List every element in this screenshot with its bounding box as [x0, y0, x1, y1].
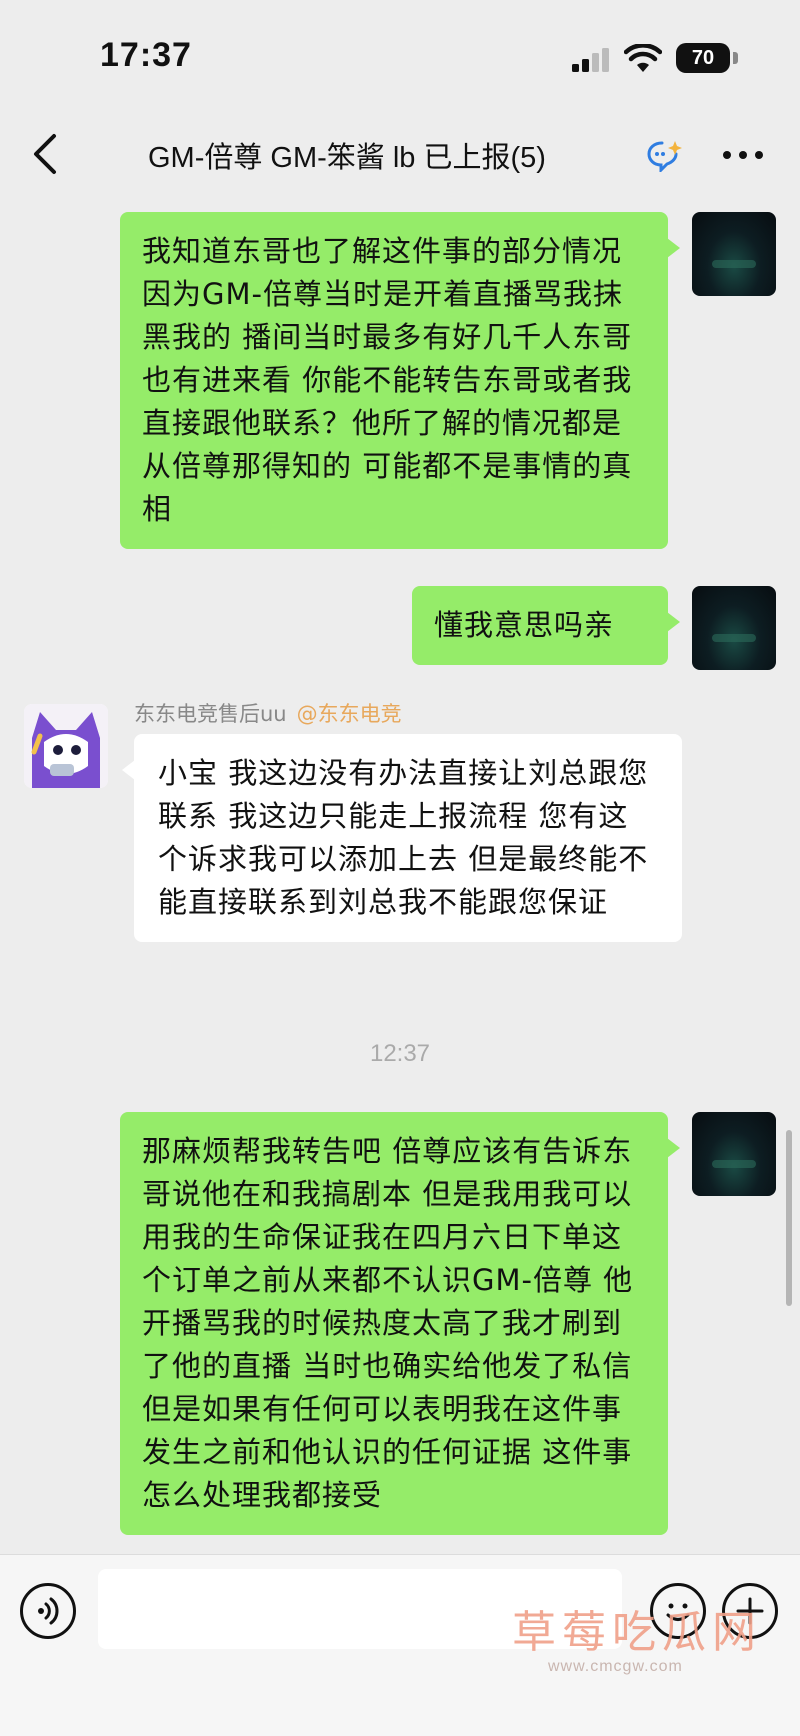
- chat-title: GM-倍尊 GM-笨酱 lb 已上报(5): [148, 142, 546, 174]
- self-avatar[interactable]: [692, 1112, 776, 1196]
- signal-icon: [572, 48, 609, 72]
- more-icon[interactable]: [720, 148, 766, 162]
- other-avatar[interactable]: [24, 704, 108, 788]
- battery-cap: [733, 52, 738, 64]
- watermark-url: www.cmcgw.com: [548, 1658, 683, 1675]
- wifi-icon: [624, 44, 662, 72]
- message-bubble-self[interactable]: 我知道东哥也了解这件事的部分情况 因为GM-倍尊当时是开着直播骂我抹黑我的 播间…: [120, 212, 680, 549]
- fox-mascot-icon: [24, 704, 108, 788]
- status-time: 17:37: [100, 36, 192, 74]
- sender-line: 东东电竞售后uu @东东电竞: [134, 698, 402, 728]
- nav-bar: GM-倍尊 GM-笨酱 lb 已上报(5): [0, 110, 800, 200]
- message-bubble-self[interactable]: 那麻烦帮我转告吧 倍尊应该有告诉东哥说他在和我搞剧本 但是我用我可以用我的生命保…: [120, 1112, 680, 1535]
- watermark: 草莓吃瓜网: [512, 1607, 762, 1658]
- voice-icon: [38, 1597, 59, 1625]
- message-bubble-self[interactable]: 懂我意思吗亲: [412, 586, 680, 665]
- chat-bubble-icon[interactable]: [646, 140, 682, 172]
- battery-icon: 70: [676, 43, 730, 73]
- self-avatar[interactable]: [692, 212, 776, 296]
- voice-button[interactable]: [20, 1583, 76, 1639]
- message-bubble-other[interactable]: 小宝 我这边没有办法直接让刘总跟您联系 我这边只能走上报流程 您有这个诉求我可以…: [122, 734, 682, 942]
- self-avatar[interactable]: [692, 586, 776, 670]
- back-icon[interactable]: [30, 132, 60, 176]
- timestamp: 12:37: [369, 1040, 431, 1067]
- sender-name: 东东电竞售后uu: [134, 702, 287, 726]
- sender-tag[interactable]: @东东电竞: [297, 702, 402, 726]
- scroll-indicator[interactable]: [786, 1130, 792, 1306]
- status-bar: 17:37 70: [0, 0, 800, 110]
